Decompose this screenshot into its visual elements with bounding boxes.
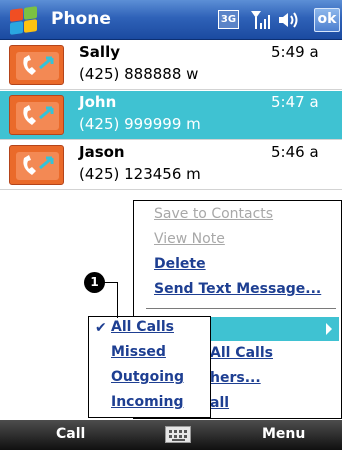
submenu-arrow-icon [326, 323, 332, 335]
outgoing-call-icon [9, 145, 64, 185]
checkmark-icon: ✔ [95, 320, 107, 336]
filter-all-calls[interactable]: All Calls [111, 319, 174, 335]
title-bar: Phone 3G ok [0, 0, 342, 40]
filter-incoming[interactable]: Incoming [111, 394, 183, 410]
windows-start-icon[interactable] [9, 6, 39, 35]
menu-item-all-partial[interactable]: all [210, 395, 229, 411]
menu-save-to-contacts: Save to Contacts [154, 206, 274, 222]
menu-view-note: View Note [154, 231, 225, 247]
menu-item-others-partial[interactable]: hers... [210, 370, 261, 386]
callout-leader-line [104, 282, 118, 318]
caller-name: Sally [79, 43, 120, 61]
menu-separator [146, 308, 336, 309]
call-log-row[interactable]: Sally 5:49 a (425) 888888 w [0, 41, 342, 90]
menu-softkey[interactable]: Menu [262, 426, 305, 442]
call-time: 5:47 a [271, 93, 319, 111]
keyboard-icon[interactable] [165, 426, 191, 443]
callout-marker: 1 [84, 272, 105, 293]
app-title: Phone [51, 9, 111, 29]
call-softkey[interactable]: Call [56, 426, 85, 442]
menu-send-text-message[interactable]: Send Text Message... [154, 281, 321, 297]
caller-number: (425) 123456 m [79, 165, 201, 183]
filter-outgoing[interactable]: Outgoing [111, 369, 184, 385]
caller-name: Jason [79, 143, 125, 161]
signal-icon[interactable] [250, 9, 270, 31]
menu-item-all-calls-partial[interactable]: All Calls [210, 345, 273, 361]
call-log-row-selected[interactable]: John 5:47 a (425) 999999 m [0, 91, 342, 140]
call-log-row[interactable]: Jason 5:46 a (425) 123456 m [0, 141, 342, 190]
call-time: 5:46 a [271, 143, 319, 161]
network-3g-indicator[interactable]: 3G [218, 10, 239, 29]
filter-missed[interactable]: Missed [111, 344, 166, 360]
call-time: 5:49 a [271, 43, 319, 61]
caller-number: (425) 888888 w [79, 65, 199, 83]
filter-submenu: ✔ All Calls Missed Outgoing Incoming [88, 316, 211, 418]
softkey-bar: Call Menu [0, 420, 342, 450]
ok-button[interactable]: ok [314, 8, 340, 32]
volume-icon[interactable] [277, 10, 299, 30]
outgoing-call-icon [9, 45, 64, 85]
outgoing-call-icon [9, 95, 64, 135]
caller-number: (425) 999999 m [79, 115, 201, 133]
menu-delete[interactable]: Delete [154, 256, 206, 272]
caller-name: John [79, 93, 117, 111]
